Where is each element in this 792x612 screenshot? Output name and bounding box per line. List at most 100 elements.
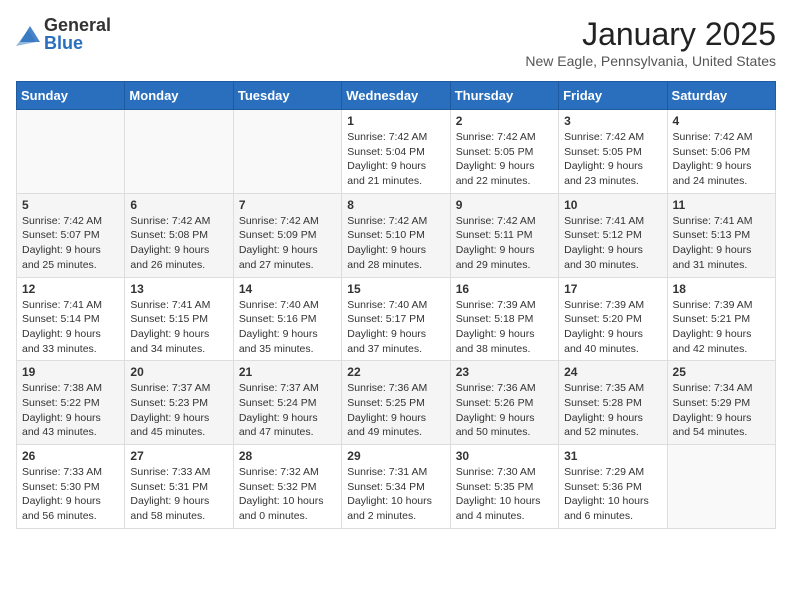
day-number: 12 bbox=[22, 282, 119, 296]
calendar-cell: 28 Sunrise: 7:32 AM Sunset: 5:32 PM Dayli… bbox=[233, 445, 341, 529]
logo-blue: Blue bbox=[44, 34, 111, 52]
day-number: 23 bbox=[456, 365, 553, 379]
location-title: New Eagle, Pennsylvania, United States bbox=[525, 53, 776, 69]
calendar-cell: 13Sunrise: 7:41 AM Sunset: 5:15 PM Dayli… bbox=[125, 277, 233, 361]
day-info: Sunrise: 7:37 AM Sunset: 5:23 PM Dayligh… bbox=[130, 381, 227, 440]
calendar-week-0: 1 Sunrise: 7:42 AM Sunset: 5:04 PM Daylig… bbox=[17, 110, 776, 194]
calendar-cell: 25Sunrise: 7:34 AM Sunset: 5:29 PM Dayli… bbox=[667, 361, 775, 445]
day-info: Sunrise: 7:31 AM Sunset: 5:34 PM Dayligh… bbox=[347, 465, 444, 524]
day-info: Sunrise: 7:30 AM Sunset: 5:35 PM Dayligh… bbox=[456, 465, 553, 524]
day-info: Sunrise: 7:42 AM Sunset: 5:05 PM Dayligh… bbox=[456, 130, 553, 189]
day-number: 26 bbox=[22, 449, 119, 463]
day-number: 28 bbox=[239, 449, 336, 463]
calendar-cell bbox=[125, 110, 233, 194]
day-info: Sunrise: 7:41 AM Sunset: 5:14 PM Dayligh… bbox=[22, 298, 119, 357]
day-info: Sunrise: 7:37 AM Sunset: 5:24 PM Dayligh… bbox=[239, 381, 336, 440]
day-number: 14 bbox=[239, 282, 336, 296]
day-number: 15 bbox=[347, 282, 444, 296]
day-info: Sunrise: 7:42 AM Sunset: 5:05 PM Dayligh… bbox=[564, 130, 661, 189]
day-info: Sunrise: 7:32 AM Sunset: 5:32 PM Dayligh… bbox=[239, 465, 336, 524]
day-info: Sunrise: 7:42 AM Sunset: 5:06 PM Dayligh… bbox=[673, 130, 770, 189]
day-number: 5 bbox=[22, 198, 119, 212]
day-number: 24 bbox=[564, 365, 661, 379]
calendar-cell: 12 Sunrise: 7:41 AM Sunset: 5:14 PM Dayli… bbox=[17, 277, 125, 361]
calendar-cell: 3 Sunrise: 7:42 AM Sunset: 5:05 PM Daylig… bbox=[559, 110, 667, 194]
calendar-cell bbox=[233, 110, 341, 194]
day-info: Sunrise: 7:38 AM Sunset: 5:22 PM Dayligh… bbox=[22, 381, 119, 440]
day-info: Sunrise: 7:36 AM Sunset: 5:26 PM Dayligh… bbox=[456, 381, 553, 440]
calendar-week-4: 26 Sunrise: 7:33 AM Sunset: 5:30 PM Dayli… bbox=[17, 445, 776, 529]
calendar-cell: 8 Sunrise: 7:42 AM Sunset: 5:10 PM Daylig… bbox=[342, 193, 450, 277]
calendar-cell: 10 Sunrise: 7:41 AM Sunset: 5:12 PM Dayli… bbox=[559, 193, 667, 277]
calendar-cell bbox=[667, 445, 775, 529]
day-info: Sunrise: 7:42 AM Sunset: 5:09 PM Dayligh… bbox=[239, 214, 336, 273]
weekday-header-row: SundayMondayTuesdayWednesdayThursdayFrid… bbox=[17, 82, 776, 110]
day-number: 8 bbox=[347, 198, 444, 212]
calendar-cell: 17 Sunrise: 7:39 AM Sunset: 5:20 PM Dayli… bbox=[559, 277, 667, 361]
day-info: Sunrise: 7:42 AM Sunset: 5:08 PM Dayligh… bbox=[130, 214, 227, 273]
day-info: Sunrise: 7:39 AM Sunset: 5:21 PM Dayligh… bbox=[673, 298, 770, 357]
day-info: Sunrise: 7:41 AM Sunset: 5:12 PM Dayligh… bbox=[564, 214, 661, 273]
day-info: Sunrise: 7:41 AM Sunset: 5:13 PM Dayligh… bbox=[673, 214, 770, 273]
day-number: 7 bbox=[239, 198, 336, 212]
month-title: January 2025 bbox=[525, 16, 776, 53]
calendar-cell: 14 Sunrise: 7:40 AM Sunset: 5:16 PM Dayli… bbox=[233, 277, 341, 361]
day-info: Sunrise: 7:29 AM Sunset: 5:36 PM Dayligh… bbox=[564, 465, 661, 524]
calendar-cell: 7 Sunrise: 7:42 AM Sunset: 5:09 PM Daylig… bbox=[233, 193, 341, 277]
calendar-cell: 23 Sunrise: 7:36 AM Sunset: 5:26 PM Dayli… bbox=[450, 361, 558, 445]
calendar-week-3: 19 Sunrise: 7:38 AM Sunset: 5:22 PM Dayli… bbox=[17, 361, 776, 445]
day-number: 18 bbox=[673, 282, 770, 296]
calendar-cell: 27Sunrise: 7:33 AM Sunset: 5:31 PM Dayli… bbox=[125, 445, 233, 529]
calendar-cell: 31Sunrise: 7:29 AM Sunset: 5:36 PM Dayli… bbox=[559, 445, 667, 529]
day-number: 6 bbox=[130, 198, 227, 212]
weekday-header-sunday: Sunday bbox=[17, 82, 125, 110]
weekday-header-saturday: Saturday bbox=[667, 82, 775, 110]
logo-general: General bbox=[44, 16, 111, 34]
day-number: 3 bbox=[564, 114, 661, 128]
calendar-cell: 4Sunrise: 7:42 AM Sunset: 5:06 PM Daylig… bbox=[667, 110, 775, 194]
day-number: 10 bbox=[564, 198, 661, 212]
calendar-week-2: 12 Sunrise: 7:41 AM Sunset: 5:14 PM Dayli… bbox=[17, 277, 776, 361]
calendar-cell: 21Sunrise: 7:37 AM Sunset: 5:24 PM Dayli… bbox=[233, 361, 341, 445]
day-info: Sunrise: 7:36 AM Sunset: 5:25 PM Dayligh… bbox=[347, 381, 444, 440]
day-number: 17 bbox=[564, 282, 661, 296]
day-number: 20 bbox=[130, 365, 227, 379]
day-info: Sunrise: 7:39 AM Sunset: 5:20 PM Dayligh… bbox=[564, 298, 661, 357]
calendar-cell: 15Sunrise: 7:40 AM Sunset: 5:17 PM Dayli… bbox=[342, 277, 450, 361]
day-info: Sunrise: 7:35 AM Sunset: 5:28 PM Dayligh… bbox=[564, 381, 661, 440]
day-number: 30 bbox=[456, 449, 553, 463]
weekday-header-wednesday: Wednesday bbox=[342, 82, 450, 110]
day-number: 16 bbox=[456, 282, 553, 296]
day-number: 25 bbox=[673, 365, 770, 379]
day-number: 19 bbox=[22, 365, 119, 379]
calendar-cell: 30 Sunrise: 7:30 AM Sunset: 5:35 PM Dayli… bbox=[450, 445, 558, 529]
calendar-cell: 9 Sunrise: 7:42 AM Sunset: 5:11 PM Daylig… bbox=[450, 193, 558, 277]
day-info: Sunrise: 7:33 AM Sunset: 5:30 PM Dayligh… bbox=[22, 465, 119, 524]
calendar-cell: 6 Sunrise: 7:42 AM Sunset: 5:08 PM Daylig… bbox=[125, 193, 233, 277]
day-info: Sunrise: 7:33 AM Sunset: 5:31 PM Dayligh… bbox=[130, 465, 227, 524]
day-number: 1 bbox=[347, 114, 444, 128]
day-info: Sunrise: 7:42 AM Sunset: 5:04 PM Dayligh… bbox=[347, 130, 444, 189]
day-info: Sunrise: 7:39 AM Sunset: 5:18 PM Dayligh… bbox=[456, 298, 553, 357]
logo-icon bbox=[16, 24, 40, 44]
logo-text: General Blue bbox=[44, 16, 111, 52]
calendar-cell: 18 Sunrise: 7:39 AM Sunset: 5:21 PM Dayli… bbox=[667, 277, 775, 361]
calendar-cell: 22 Sunrise: 7:36 AM Sunset: 5:25 PM Dayli… bbox=[342, 361, 450, 445]
day-info: Sunrise: 7:42 AM Sunset: 5:07 PM Dayligh… bbox=[22, 214, 119, 273]
calendar-cell: 19 Sunrise: 7:38 AM Sunset: 5:22 PM Dayli… bbox=[17, 361, 125, 445]
weekday-header-tuesday: Tuesday bbox=[233, 82, 341, 110]
calendar-cell: 1 Sunrise: 7:42 AM Sunset: 5:04 PM Daylig… bbox=[342, 110, 450, 194]
day-info: Sunrise: 7:40 AM Sunset: 5:16 PM Dayligh… bbox=[239, 298, 336, 357]
day-info: Sunrise: 7:41 AM Sunset: 5:15 PM Dayligh… bbox=[130, 298, 227, 357]
day-info: Sunrise: 7:42 AM Sunset: 5:10 PM Dayligh… bbox=[347, 214, 444, 273]
calendar-cell: 16 Sunrise: 7:39 AM Sunset: 5:18 PM Dayli… bbox=[450, 277, 558, 361]
day-number: 9 bbox=[456, 198, 553, 212]
calendar-cell: 5 Sunrise: 7:42 AM Sunset: 5:07 PM Daylig… bbox=[17, 193, 125, 277]
weekday-header-monday: Monday bbox=[125, 82, 233, 110]
day-number: 22 bbox=[347, 365, 444, 379]
weekday-header-thursday: Thursday bbox=[450, 82, 558, 110]
day-info: Sunrise: 7:42 AM Sunset: 5:11 PM Dayligh… bbox=[456, 214, 553, 273]
calendar-table: SundayMondayTuesdayWednesdayThursdayFrid… bbox=[16, 81, 776, 529]
page-header: General Blue January 2025 New Eagle, Pen… bbox=[16, 16, 776, 69]
calendar-cell: 29Sunrise: 7:31 AM Sunset: 5:34 PM Dayli… bbox=[342, 445, 450, 529]
